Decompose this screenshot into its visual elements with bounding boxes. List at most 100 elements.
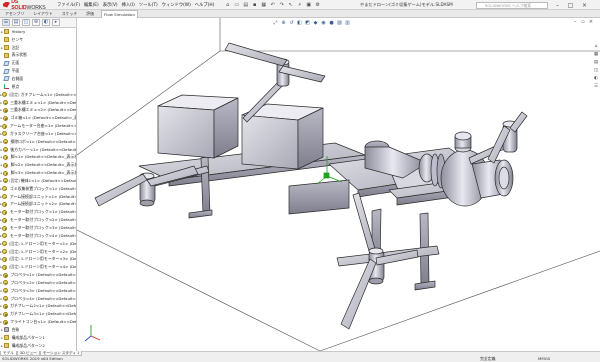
tree-item[interactable]: ▸掃除ロボ<1> (Default<<Default>_表示状態 1>) <box>0 138 76 146</box>
tree-item[interactable]: ▸(固定)ガチフレーム<1> (Default<<Default>_表示状態 1… <box>0 91 76 99</box>
save-icon[interactable]: ▪ <box>251 1 258 8</box>
view-settings-icon[interactable]: ▥ <box>344 20 351 27</box>
menu-tools[interactable]: ツール(T) <box>139 2 158 8</box>
status-units[interactable]: MMGS <box>538 356 550 361</box>
tab-evaluate[interactable]: 評価 <box>84 11 96 17</box>
open-folder-icon[interactable]: ▤ <box>242 1 249 8</box>
menu-insert[interactable]: 挿入(I) <box>122 2 135 8</box>
tree-item[interactable]: ▸(固定)機体1<1> (Default<<Default>_表示状態 1>) <box>0 177 76 185</box>
tree-item[interactable]: 表示状態 <box>0 52 76 60</box>
tree-item[interactable]: ▸脚<3> (Default<<Default>_表示状態 1>) <box>0 169 76 177</box>
tree-item[interactable]: ▸ 合致 <box>0 326 76 334</box>
tree-item[interactable]: ▸三重水槽エミュ<2> (Default<<Default>_表示状態 1>) <box>0 106 76 114</box>
close-icon[interactable]: × <box>580 0 589 10</box>
zoom-to-fit-icon[interactable]: ⤢ <box>272 20 279 27</box>
edit-appearance-icon[interactable]: ● <box>328 20 335 27</box>
hide-show-icon[interactable]: ◉ <box>320 20 327 27</box>
home-icon[interactable]: ⌂ <box>224 1 231 8</box>
tree-item[interactable]: ▸ 注記 <box>0 44 76 52</box>
tree-item[interactable]: ▸ガチフレーム2<1> (Default<<Default>_表示状態 1>) <box>0 303 76 311</box>
tree-item[interactable]: ▸ゴミ収集装置ブロック<1> (Default<<Default>_表示状態 1… <box>0 185 76 193</box>
design-library-icon[interactable]: ▦ <box>593 52 599 58</box>
viewport-restore-icon[interactable]: ▫ <box>580 19 586 25</box>
zoom-to-area-icon[interactable]: ⊕ <box>280 20 287 27</box>
dimxpert-tab-icon[interactable]: ⊕ <box>32 19 40 26</box>
viewport-close-icon[interactable]: × <box>588 19 594 25</box>
tree-item[interactable]: ▸アームモーター台座<1> (Default<<Default>_表示状態 1>… <box>0 122 76 130</box>
graphics-area[interactable]: ⤢ ⊕ ↺ ◧ ◩ ◆ ◉ ● ▨ ▥ – ▫ × ⌂ ▦ ▤ ◫ ◐ ☰ <box>77 18 600 351</box>
new-document-icon[interactable]: ▭ <box>233 1 240 8</box>
feature-tree-tab-icon[interactable]: ☰ <box>2 19 10 26</box>
apply-scene-icon[interactable]: ▨ <box>336 20 343 27</box>
tree-item[interactable]: ▸ゴミ箱<1> (Default<<Default>_表示状態 1>) <box>0 114 76 122</box>
tree-item[interactable]: ▸ガラスクリーナ台座<1> (Default<<Default>_表示状態 1>… <box>0 130 76 138</box>
tree-item[interactable]: ▸プロペラ<2> (Default<<Default>_表示状態 1>) <box>0 279 76 287</box>
help-search-input[interactable]: SOLIDWORKS ヘルプ検索 <box>476 1 548 9</box>
tree-item[interactable]: ▸(固定)1-ドローン用モーター<4> (Default<<Default>>) <box>0 263 76 271</box>
section-view-icon[interactable]: ◧ <box>296 20 303 27</box>
tree-item[interactable]: ▸(固定)1-ドローン用モーター<3> (Default<<Default>>) <box>0 255 76 263</box>
tree-item[interactable]: ▸ 構成部品パターン1 <box>0 334 76 342</box>
menu-window[interactable]: ウィンドウ(W) <box>162 2 191 8</box>
menu-view[interactable]: 表示(V) <box>103 2 118 8</box>
tree-item[interactable]: ▸プロペラ<3> (Default<<Default>_表示状態 1>) <box>0 287 76 295</box>
tab-3d-view[interactable]: 3D ビュー <box>16 351 40 356</box>
undo-icon[interactable]: ↶ <box>269 1 276 8</box>
tree-item[interactable]: 正面 <box>0 59 76 67</box>
view-palette-icon[interactable]: ◫ <box>593 68 599 74</box>
tree-item[interactable]: ▸ History <box>0 28 76 36</box>
view-orientation-icon[interactable]: ◩ <box>304 20 311 27</box>
custom-properties-icon[interactable]: ☰ <box>593 84 599 90</box>
tree-item[interactable]: 平面 <box>0 67 76 75</box>
tree-item[interactable]: ▸モーター取付ブロック<2> (Default<<Default>_表示状態 1… <box>0 216 76 224</box>
tree-item[interactable]: ▸フライトコン台<1> (Default<<Default>_表示状態 1>) <box>0 318 76 326</box>
tree-item[interactable]: ▸後方カバー<1> (Default<<Default>_表示状態 1>) <box>0 146 76 154</box>
display-style-icon[interactable]: ◆ <box>312 20 319 27</box>
tree-item[interactable]: ▸ 構成部品パターン2 <box>0 342 76 350</box>
property-manager-tab-icon[interactable]: ▤ <box>12 19 20 26</box>
menu-file[interactable]: ファイル(F) <box>57 2 80 8</box>
rebuild-icon[interactable]: ⚡ <box>296 1 303 8</box>
minimize-icon[interactable]: – <box>553 0 562 10</box>
tab-layout[interactable]: レイアウト <box>31 11 54 17</box>
tree-item[interactable]: ▸脚<2> (Default<<Default>_表示状態 1>) <box>0 161 76 169</box>
menu-help[interactable]: ヘルプ(H) <box>195 2 214 8</box>
tree-item[interactable]: ▸アーム接続部ユニット<1> (Default<<Default>_表示状態 1… <box>0 193 76 201</box>
previous-view-icon[interactable]: ↺ <box>288 20 295 27</box>
maximize-icon[interactable]: □ <box>566 0 575 10</box>
print-icon[interactable]: ▦ <box>260 1 267 8</box>
tree-item[interactable]: ▸プロペラ<4> (Default<<Default>_表示状態 1>) <box>0 295 76 303</box>
tab-sketch[interactable]: スケッチ <box>60 11 80 17</box>
solidworks-resources-icon[interactable]: ⌂ <box>593 44 599 50</box>
file-properties-icon[interactable]: ▣ <box>305 1 312 8</box>
menu-edit[interactable]: 編集(E) <box>84 2 99 8</box>
appearances-icon[interactable]: ◐ <box>593 76 599 82</box>
tab-flow-simulation[interactable]: Flow Simulation <box>101 9 138 18</box>
cam-tab-icon[interactable]: ▸ <box>52 19 60 26</box>
tree-item[interactable]: ▸モーター取付ブロック<4> (Default<<Default>_表示状態 1… <box>0 232 76 240</box>
viewport-minimize-icon[interactable]: – <box>572 19 578 25</box>
tab-motion-study[interactable]: モーション スタディ 1 <box>39 351 83 356</box>
tree-item[interactable]: 右側面 <box>0 75 76 83</box>
tree-item[interactable]: ▸脚<1> (Default<<Default>_表示状態 1>) <box>0 154 76 162</box>
tree-item[interactable]: ▸(固定)1-ドローン用モーター<1> (Default<<Default>>) <box>0 240 76 248</box>
tab-assembly[interactable]: アセンブリ <box>3 11 26 17</box>
tree-item[interactable]: ▸モーター取付ブロック<3> (Default<<Default>_表示状態 1… <box>0 224 76 232</box>
select-arrow-icon[interactable]: ↖ <box>287 1 294 8</box>
tree-item[interactable]: ▸ガチフレーム3<1> (Default<<Default>_表示状態 1>) <box>0 310 76 318</box>
configuration-tab-icon[interactable]: ◫ <box>22 19 30 26</box>
solidworks-logo[interactable]: DS SOLIDWORKS <box>3 0 49 11</box>
tree-item[interactable]: ▸プロペラ<1> (Default<<Default>_表示状態 1>) <box>0 271 76 279</box>
tree-item[interactable]: ▸アーム接続部ユニット<2> (Default<<Default>_表示状態 1… <box>0 201 76 209</box>
file-explorer-icon[interactable]: ▤ <box>593 60 599 66</box>
tree-item[interactable]: ▸三重水槽エミュ<1> (Default<<Default>_表示状態 1>) <box>0 99 76 107</box>
logo-text: DS SOLIDWORKS <box>11 0 46 11</box>
display-manager-tab-icon[interactable]: ◐ <box>42 19 50 26</box>
tree-item[interactable]: センサ <box>0 36 76 44</box>
tab-model[interactable]: モデル <box>0 351 17 356</box>
tree-item[interactable]: 原点 <box>0 83 76 91</box>
tree-item[interactable]: ▸(固定)1-ドローン用モーター<2> (Default<<Default>>) <box>0 248 76 256</box>
tree-item[interactable]: ▸モーター取付ブロック<1> (Default<<Default>_表示状態 1… <box>0 208 76 216</box>
redo-icon[interactable]: ↷ <box>278 1 285 8</box>
options-gear-icon[interactable]: ⚙ <box>314 1 321 8</box>
